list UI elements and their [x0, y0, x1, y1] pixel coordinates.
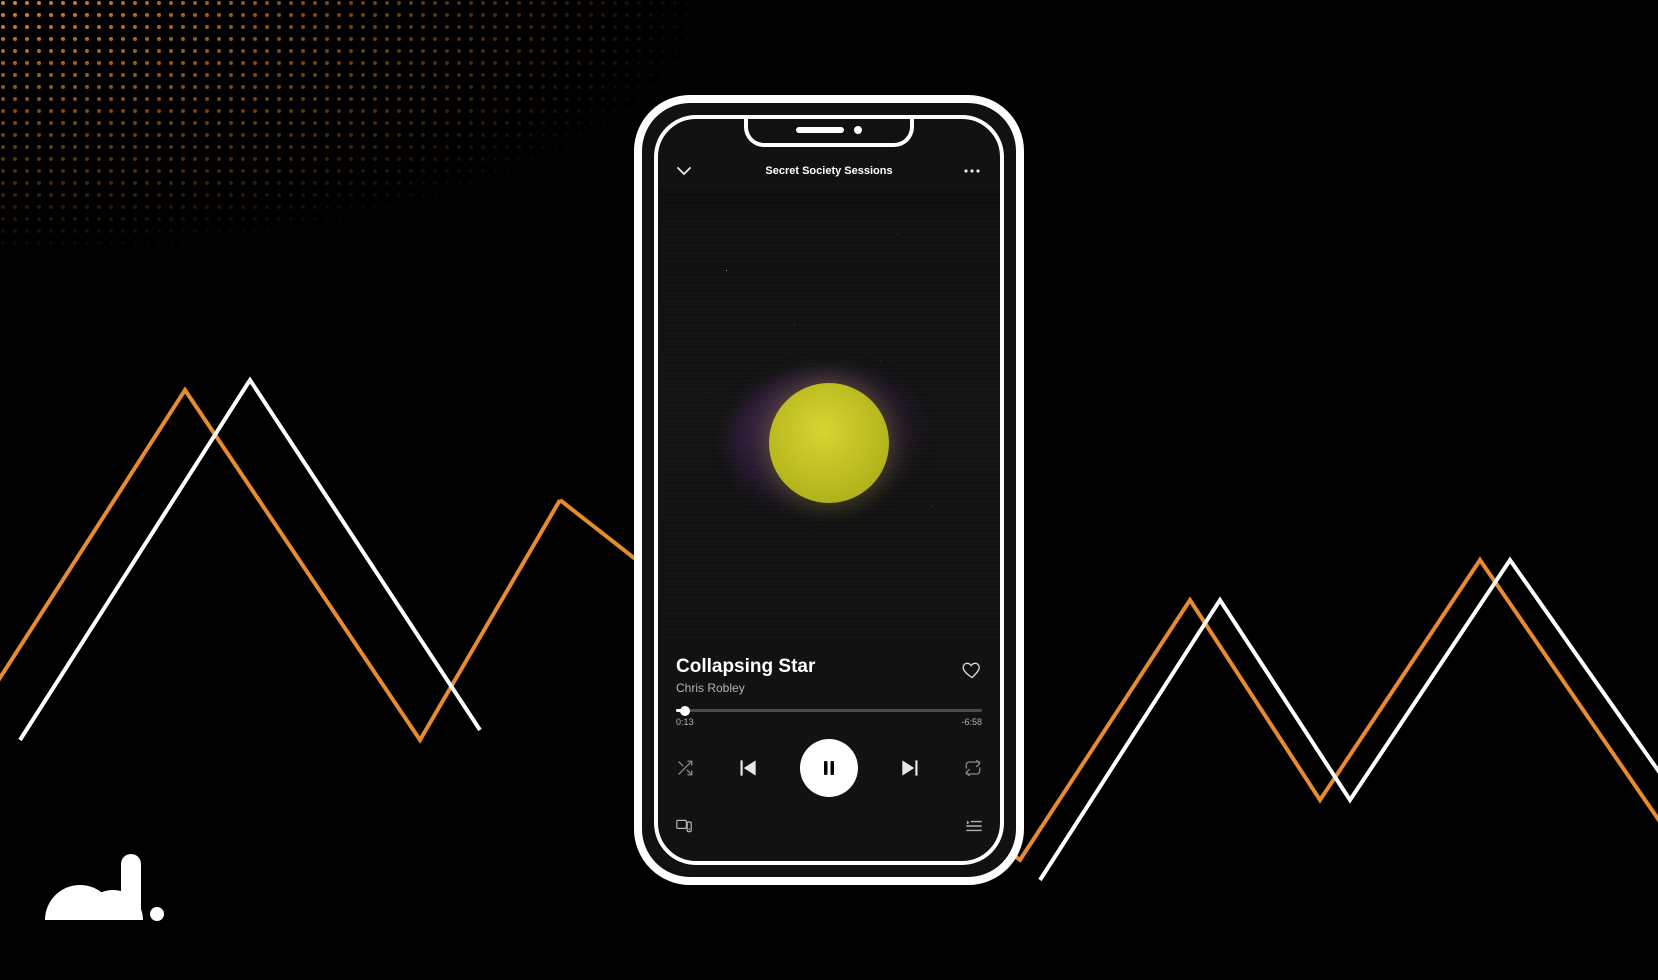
repeat-icon[interactable] — [964, 759, 982, 777]
queue-icon[interactable] — [966, 819, 982, 833]
player-topbar: Secret Society Sessions — [676, 163, 982, 179]
pause-icon[interactable] — [800, 739, 858, 797]
next-track-icon[interactable] — [898, 755, 924, 781]
shuffle-icon[interactable] — [676, 759, 694, 777]
heart-icon[interactable] — [962, 660, 982, 680]
time-remaining: -6:58 — [961, 717, 982, 727]
more-icon[interactable] — [964, 169, 982, 173]
time-elapsed: 0:13 — [676, 717, 694, 727]
phone-frame: Secret Society Sessions Collapsing Star … — [634, 95, 1024, 885]
phone-screen: Secret Society Sessions Collapsing Star … — [654, 115, 1004, 865]
canvas-artwork[interactable] — [658, 189, 1000, 642]
brand-logo — [45, 850, 185, 935]
track-artist[interactable]: Chris Robley — [676, 681, 815, 695]
context-title: Secret Society Sessions — [694, 165, 964, 177]
seek-bar[interactable]: 0:13 -6:58 — [676, 709, 982, 727]
devices-icon[interactable] — [676, 819, 692, 833]
playback-controls — [676, 739, 982, 797]
previous-track-icon[interactable] — [734, 755, 760, 781]
player-bottom-row — [676, 819, 982, 833]
track-title: Collapsing Star — [676, 656, 815, 678]
track-info: Collapsing Star Chris Robley — [676, 656, 982, 695]
chevron-down-icon[interactable] — [676, 163, 694, 179]
music-player: Secret Society Sessions Collapsing Star … — [658, 119, 1000, 861]
